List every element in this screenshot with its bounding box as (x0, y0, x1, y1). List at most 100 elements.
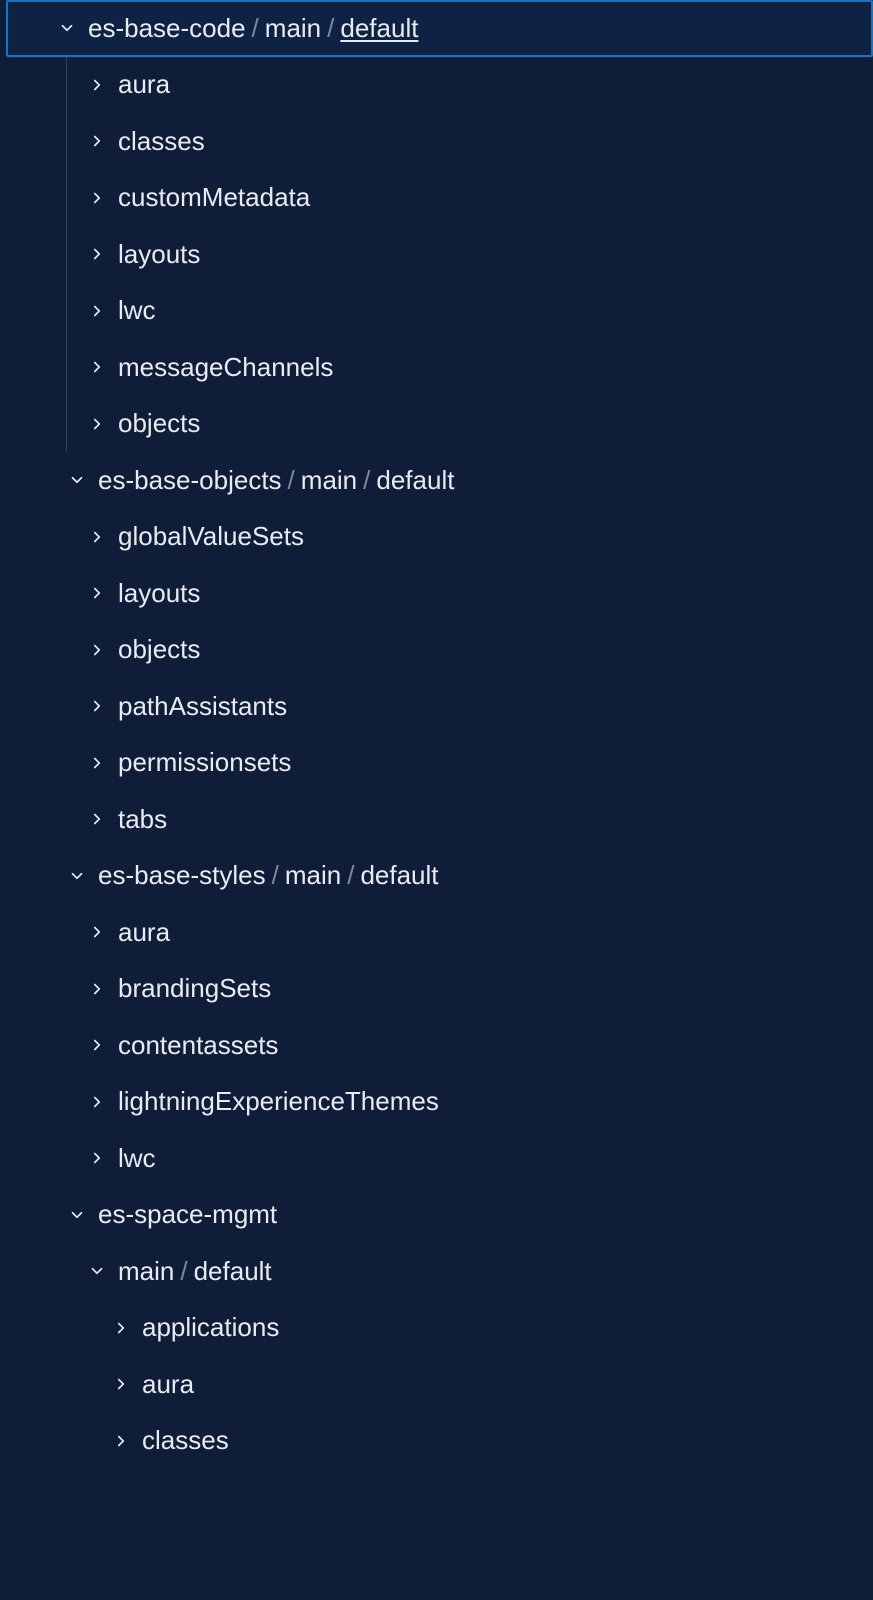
tree-row[interactable]: objects (6, 396, 873, 453)
tree-row[interactable]: classes (6, 113, 873, 170)
path-segment: layouts (118, 239, 200, 270)
tree-row-label: tabs (118, 804, 167, 835)
chevron-right-icon[interactable] (86, 752, 108, 774)
tree-row[interactable]: tabs (6, 791, 873, 848)
tree-row-label: layouts (118, 239, 200, 270)
path-segment: tabs (118, 804, 167, 835)
chevron-right-icon[interactable] (110, 1317, 132, 1339)
tree-row-label: permissionsets (118, 747, 291, 778)
path-segment: objects (118, 634, 200, 665)
tree-row[interactable]: classes (6, 1413, 873, 1470)
tree-row[interactable]: layouts (6, 226, 873, 283)
tree-row-label: es-base-objects/main/default (98, 465, 454, 496)
chevron-down-icon[interactable] (66, 1204, 88, 1226)
tree-row[interactable]: brandingSets (6, 961, 873, 1018)
path-segment: classes (118, 126, 205, 157)
tree-row[interactable]: objects (6, 622, 873, 679)
tree-row[interactable]: aura (6, 1356, 873, 1413)
path-separator: / (266, 860, 285, 891)
chevron-right-icon[interactable] (86, 808, 108, 830)
tree-row-label: lwc (118, 295, 156, 326)
path-segment: es-space-mgmt (98, 1199, 277, 1230)
path-segment: es-base-code (88, 13, 246, 44)
path-segment: default (376, 465, 454, 496)
tree-row[interactable]: pathAssistants (6, 678, 873, 735)
chevron-right-icon[interactable] (86, 243, 108, 265)
path-segment: es-base-styles (98, 860, 266, 891)
tree-row[interactable]: lwc (6, 283, 873, 340)
chevron-right-icon[interactable] (86, 1034, 108, 1056)
path-segment: lightningExperienceThemes (118, 1086, 439, 1117)
chevron-down-icon[interactable] (86, 1260, 108, 1282)
tree-row[interactable]: lightningExperienceThemes (6, 1074, 873, 1131)
tree-row-label: aura (118, 69, 170, 100)
path-segment: classes (142, 1425, 229, 1456)
path-segment: main (301, 465, 357, 496)
path-segment: default (194, 1256, 272, 1287)
chevron-right-icon[interactable] (86, 1147, 108, 1169)
tree-row[interactable]: aura (6, 904, 873, 961)
path-segment: permissionsets (118, 747, 291, 778)
tree-row[interactable]: es-space-mgmt (6, 1187, 873, 1244)
path-segment: objects (118, 408, 200, 439)
path-segment: main (118, 1256, 174, 1287)
path-segment: applications (142, 1312, 279, 1343)
path-segment: pathAssistants (118, 691, 287, 722)
tree-row[interactable]: permissionsets (6, 735, 873, 792)
chevron-right-icon[interactable] (86, 130, 108, 152)
path-segment: globalValueSets (118, 521, 304, 552)
tree-row[interactable]: lwc (6, 1130, 873, 1187)
chevron-right-icon[interactable] (110, 1430, 132, 1452)
tree-row[interactable]: es-base-code/main/default (6, 0, 873, 57)
chevron-down-icon[interactable] (66, 865, 88, 887)
tree-row-label: es-base-styles/main/default (98, 860, 439, 891)
path-segment: main (265, 13, 321, 44)
tree-row-label: objects (118, 408, 200, 439)
chevron-right-icon[interactable] (86, 300, 108, 322)
path-segment: brandingSets (118, 973, 271, 1004)
tree-row[interactable]: aura (6, 57, 873, 114)
chevron-right-icon[interactable] (86, 356, 108, 378)
path-segment: lwc (118, 295, 156, 326)
tree-row-label: classes (118, 126, 205, 157)
path-segment: aura (118, 69, 170, 100)
tree-children-group: aura classes customMetadata layouts lwc messa… (6, 57, 873, 453)
tree-row-label: pathAssistants (118, 691, 287, 722)
chevron-right-icon[interactable] (110, 1373, 132, 1395)
path-segment: aura (118, 917, 170, 948)
tree-row[interactable]: customMetadata (6, 170, 873, 227)
tree-row[interactable]: globalValueSets (6, 509, 873, 566)
tree-row-label: lightningExperienceThemes (118, 1086, 439, 1117)
chevron-right-icon[interactable] (86, 695, 108, 717)
chevron-right-icon[interactable] (86, 1091, 108, 1113)
chevron-down-icon[interactable] (66, 469, 88, 491)
tree-row[interactable]: applications (6, 1300, 873, 1357)
path-separator: / (357, 465, 376, 496)
tree-row[interactable]: es-base-objects/main/default (6, 452, 873, 509)
tree-row-label: aura (142, 1369, 194, 1400)
path-segment: default (360, 860, 438, 891)
chevron-right-icon[interactable] (86, 978, 108, 1000)
chevron-right-icon[interactable] (86, 187, 108, 209)
chevron-right-icon[interactable] (86, 921, 108, 943)
chevron-right-icon[interactable] (86, 639, 108, 661)
chevron-right-icon[interactable] (86, 74, 108, 96)
path-segment: es-base-objects (98, 465, 282, 496)
path-separator: / (341, 860, 360, 891)
tree-row-label: lwc (118, 1143, 156, 1174)
path-segment: messageChannels (118, 352, 333, 383)
tree-row-label: globalValueSets (118, 521, 304, 552)
tree-row-label: contentassets (118, 1030, 278, 1061)
path-segment: aura (142, 1369, 194, 1400)
chevron-right-icon[interactable] (86, 582, 108, 604)
tree-row[interactable]: main/default (6, 1243, 873, 1300)
tree-row[interactable]: contentassets (6, 1017, 873, 1074)
chevron-down-icon[interactable] (56, 17, 78, 39)
tree-row[interactable]: es-base-styles/main/default (6, 848, 873, 905)
chevron-right-icon[interactable] (86, 413, 108, 435)
tree-row[interactable]: messageChannels (6, 339, 873, 396)
tree-row-label: main/default (118, 1256, 272, 1287)
tree-row[interactable]: layouts (6, 565, 873, 622)
indent-guide (66, 57, 67, 453)
chevron-right-icon[interactable] (86, 526, 108, 548)
